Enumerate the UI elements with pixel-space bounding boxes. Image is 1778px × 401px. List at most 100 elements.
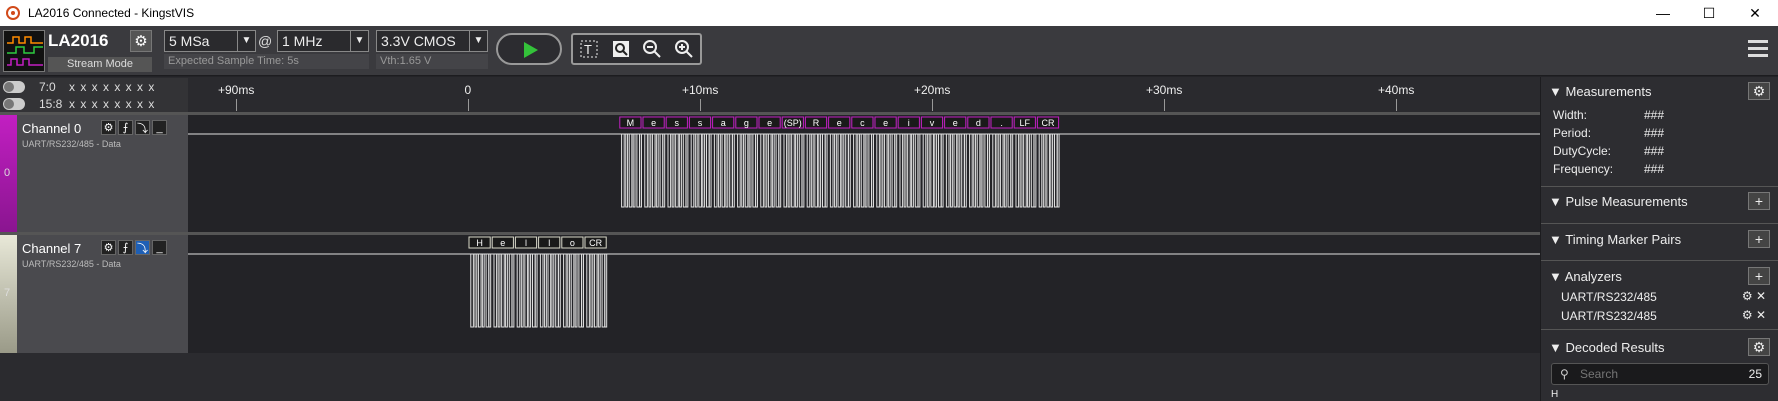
threshold-select[interactable]: 3.3V CMOS ▼: [376, 30, 488, 52]
waveform-pulse: [1038, 134, 1043, 208]
sample-depth-value: 5 MSa: [169, 33, 210, 49]
channel-0-waveform[interactable]: Me s s a g e (SP) Re c e i v e d. LF CR: [188, 115, 1540, 232]
waveform-pulse: [883, 134, 888, 208]
add-analyzer-button[interactable]: +: [1748, 267, 1770, 285]
timing-marker-pairs-header[interactable]: ▼ Timing Marker Pairs: [1549, 232, 1681, 247]
zoom-region-icon[interactable]: [609, 37, 633, 61]
decoded-result-row[interactable]: H: [1551, 389, 1558, 400]
decoded-frame-label: v: [930, 118, 935, 128]
search-icon: ⚲: [1560, 367, 1569, 381]
waveform-pulse: [992, 134, 996, 208]
waveform-pulse: [976, 134, 981, 208]
add-pulse-measurement-button[interactable]: +: [1748, 192, 1770, 210]
channel-0-header[interactable]: 0 Channel 0 UART/RS232/485 - Data ⚙ ⨍ ⤵ …: [0, 115, 188, 232]
waveform-pulse: [644, 134, 648, 208]
decoded-results-header[interactable]: ▼ Decoded Results: [1549, 340, 1664, 355]
waveform-pulse: [718, 134, 721, 208]
waveform-pulse: [853, 134, 857, 208]
group-toggle[interactable]: [3, 97, 25, 110]
gear-icon[interactable]: ⚙: [1742, 289, 1753, 303]
menu-hamburger-icon[interactable]: [1748, 40, 1768, 60]
window-title: LA2016 Connected - KingstVIS: [28, 6, 195, 20]
waveform-pulse: [574, 254, 578, 328]
waveform-pulse: [690, 134, 695, 208]
device-settings-gear-icon[interactable]: ⚙: [130, 30, 152, 52]
search-input[interactable]: [1580, 366, 1720, 382]
waveform-pulse: [818, 134, 822, 208]
decoded-frame-label: e: [953, 118, 958, 128]
kingstvis-logo-icon: [6, 6, 20, 20]
waveform-pulse: [907, 134, 911, 208]
decoded-frame-label: CR: [589, 238, 602, 248]
waveform-pulse: [894, 134, 898, 208]
channel-7-waveform[interactable]: He l l o CR: [188, 235, 1540, 353]
chevron-down-icon: ▼: [469, 31, 487, 51]
close-icon[interactable]: ✕: [1756, 308, 1766, 322]
waveform-pulse: [911, 134, 914, 208]
minimize-button[interactable]: —: [1640, 0, 1686, 26]
start-capture-button[interactable]: [496, 33, 562, 65]
waveform-pulse: [1033, 134, 1037, 208]
analyzer-item[interactable]: UART/RS232/485: [1561, 309, 1657, 323]
waveform-pulse: [659, 134, 664, 208]
falling-edge-trigger-icon[interactable]: ⤵: [135, 120, 150, 135]
low-level-trigger-icon[interactable]: _: [152, 120, 167, 135]
channel-settings-gear-icon[interactable]: ⚙: [101, 240, 116, 255]
decoded-frame-label: (SP): [784, 118, 802, 128]
waveform-pulse: [708, 134, 712, 208]
decoded-settings-gear-icon[interactable]: ⚙: [1748, 338, 1770, 356]
measurements-settings-gear-icon[interactable]: ⚙: [1748, 82, 1770, 100]
gear-icon[interactable]: ⚙: [1742, 308, 1753, 322]
waveform-pulse: [806, 134, 811, 208]
low-level-trigger-icon[interactable]: _: [152, 240, 167, 255]
analyzer-item[interactable]: UART/RS232/485: [1561, 290, 1657, 304]
channel-group-15-8: 15:8 x x x x x x x x: [0, 95, 188, 112]
decoded-frame-label: c: [860, 118, 865, 128]
channel-7-header[interactable]: 7 Channel 7 UART/RS232/485 - Data ⚙ ⨍ ⤵ …: [0, 235, 188, 353]
decoded-frame-label: e: [767, 118, 772, 128]
waveform-pulse: [934, 134, 938, 208]
waveform-svg: He l l o CR: [188, 236, 1540, 328]
waveform-pulse: [814, 134, 818, 208]
maximize-button[interactable]: ☐: [1686, 0, 1732, 26]
waveform-pulse: [937, 134, 942, 208]
waveform-pulse: [731, 134, 735, 208]
analyzers-header[interactable]: ▼ Analyzers: [1549, 269, 1622, 284]
waveform-pulse: [590, 254, 594, 328]
group-toggle[interactable]: [3, 80, 25, 93]
pulse-measurements-header[interactable]: ▼ Pulse Measurements: [1549, 194, 1688, 209]
waveform-pulse: [671, 134, 675, 208]
decoded-frame-label: e: [837, 118, 842, 128]
text-cursor-icon[interactable]: T: [577, 37, 601, 61]
close-button[interactable]: ✕: [1732, 0, 1778, 26]
measurements-header[interactable]: ▼ Measurements: [1549, 84, 1651, 99]
rising-edge-trigger-icon[interactable]: ⨍: [118, 120, 133, 135]
sample-depth-select[interactable]: 5 MSa ▼: [164, 30, 256, 52]
decoded-frame-label: e: [883, 118, 888, 128]
add-timing-marker-button[interactable]: +: [1748, 230, 1770, 248]
divider: [1541, 223, 1778, 224]
channel-name[interactable]: Channel 0: [22, 121, 81, 136]
waveform-pulse: [783, 134, 788, 208]
channel-analyzer-label: UART/RS232/485 - Data: [22, 139, 121, 149]
channel-name[interactable]: Channel 7: [22, 241, 81, 256]
close-icon[interactable]: ✕: [1756, 289, 1766, 303]
waveform-pulse: [767, 134, 772, 208]
waveform-pulse: [632, 134, 636, 208]
zoom-in-icon[interactable]: [672, 37, 696, 61]
waveform-pulse: [578, 254, 582, 328]
waveform-pulse: [581, 254, 584, 328]
rising-edge-trigger-icon[interactable]: ⨍: [118, 240, 133, 255]
sample-rate-select[interactable]: 1 MHz ▼: [277, 30, 369, 52]
waveform-pulse: [787, 134, 791, 208]
channel-analyzer-label: UART/RS232/485 - Data: [22, 259, 121, 269]
zoom-out-icon[interactable]: [640, 37, 664, 61]
channel-settings-gear-icon[interactable]: ⚙: [101, 120, 116, 135]
waveform-pulse: [648, 134, 652, 208]
stream-mode-label[interactable]: Stream Mode: [48, 57, 152, 72]
waveform-pulse: [760, 134, 764, 208]
measurement-value: ###: [1644, 108, 1665, 122]
falling-edge-trigger-icon[interactable]: ⤵: [135, 240, 150, 255]
waveform-pulse: [586, 254, 590, 328]
waveform-pulse: [748, 134, 752, 208]
